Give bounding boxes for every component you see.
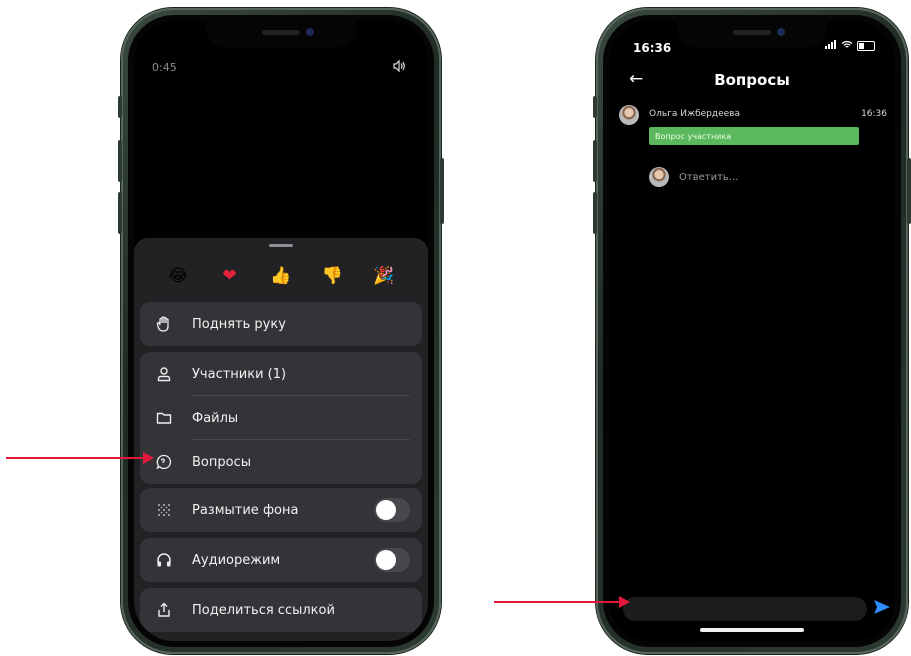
share-link-label: Поделиться ссылкой xyxy=(192,602,335,618)
people-files-questions-card: Участники (1) Файлы Вопросы xyxy=(140,352,422,484)
notch xyxy=(206,21,356,47)
blur-background-item: Размытие фона xyxy=(140,488,422,532)
thumbs-down-emoji-icon[interactable]: 👎 xyxy=(321,264,345,288)
hand-icon xyxy=(152,315,176,333)
audio-mode-item: Аудиорежим xyxy=(140,538,422,582)
blur-background-toggle[interactable] xyxy=(374,498,410,522)
heart-emoji-icon[interactable]: ❤ xyxy=(218,264,242,288)
actions-bottom-sheet: 😂 ❤ 👍 👎 🎉 Поднять руку Участники (1) Фай… xyxy=(134,238,428,641)
avatar xyxy=(619,105,639,125)
questions-item[interactable]: Вопросы xyxy=(140,440,422,484)
person-icon xyxy=(152,365,176,383)
status-bar-icons xyxy=(825,40,875,52)
share-icon xyxy=(152,601,176,619)
party-popper-emoji-icon[interactable]: 🎉 xyxy=(372,264,396,288)
questions-screen: 16:36 ← Вопросы Ольга Ижбердеева 16:36 В… xyxy=(609,21,895,641)
call-screen: 0:45 😂 ❤ 👍 👎 🎉 Поднять руку Участники (1… xyxy=(134,21,428,641)
audio-mode-card: Аудиорежим xyxy=(140,538,422,582)
left-phone-mute-switch xyxy=(118,96,122,118)
reply-avatar xyxy=(649,167,669,187)
battery-icon xyxy=(857,41,875,51)
headphones-icon xyxy=(152,551,176,569)
annotation-arrow-input xyxy=(494,596,630,608)
home-indicator xyxy=(700,628,804,632)
thumbs-up-emoji-icon[interactable]: 👍 xyxy=(269,264,293,288)
annotation-arrow-questions xyxy=(6,452,154,464)
signal-icon xyxy=(825,40,837,52)
files-item[interactable]: Файлы xyxy=(140,396,422,440)
right-phone-volume-up xyxy=(593,140,597,182)
status-bar-time: 16:36 xyxy=(633,41,672,55)
left-phone-volume-down xyxy=(118,192,122,234)
left-phone-power-button xyxy=(440,158,444,224)
wifi-icon xyxy=(841,40,853,52)
right-phone-volume-down xyxy=(593,192,597,234)
blur-background-label: Размытие фона xyxy=(192,502,299,518)
right-phone-power-button xyxy=(907,158,911,224)
call-timer: 0:45 xyxy=(152,61,177,74)
right-phone-mute-switch xyxy=(593,96,597,118)
blur-grid-icon xyxy=(152,501,176,519)
blur-background-card: Размытие фона xyxy=(140,488,422,532)
message-input[interactable] xyxy=(623,597,867,621)
audio-mode-label: Аудиорежим xyxy=(192,552,281,568)
send-icon[interactable] xyxy=(873,599,891,619)
folder-icon xyxy=(152,409,176,427)
participants-item[interactable]: Участники (1) xyxy=(140,352,422,396)
raise-hand-label: Поднять руку xyxy=(192,316,286,332)
questions-label: Вопросы xyxy=(192,454,251,470)
laughing-emoji-icon[interactable]: 😂 xyxy=(166,264,190,288)
files-label: Файлы xyxy=(192,410,239,426)
message-author: Ольга Ижбердеева xyxy=(649,109,741,119)
reactions-row: 😂 ❤ 👍 👎 🎉 xyxy=(154,264,408,288)
message-time: 16:36 xyxy=(861,109,887,119)
right-phone-frame: 16:36 ← Вопросы Ольга Ижбердеева 16:36 В… xyxy=(593,8,911,654)
question-message[interactable]: Вопрос участника xyxy=(649,127,859,145)
question-chat-icon xyxy=(152,453,176,471)
share-link-card: Поделиться ссылкой xyxy=(140,588,422,632)
raise-hand-card: Поднять руку xyxy=(140,302,422,346)
sheet-grabber[interactable] xyxy=(269,244,293,247)
audio-mode-toggle[interactable] xyxy=(374,548,410,572)
reply-link[interactable]: Ответить... xyxy=(679,172,738,183)
page-title: Вопросы xyxy=(714,71,790,89)
participants-label: Участники (1) xyxy=(192,366,287,382)
raise-hand-button[interactable]: Поднять руку xyxy=(140,302,422,346)
share-link-button[interactable]: Поделиться ссылкой xyxy=(140,588,422,632)
left-phone-frame: 0:45 😂 ❤ 👍 👎 🎉 Поднять руку Участники (1… xyxy=(118,8,444,654)
left-phone-volume-up xyxy=(118,140,122,182)
speaker-icon[interactable] xyxy=(392,59,406,77)
notch xyxy=(677,21,827,47)
